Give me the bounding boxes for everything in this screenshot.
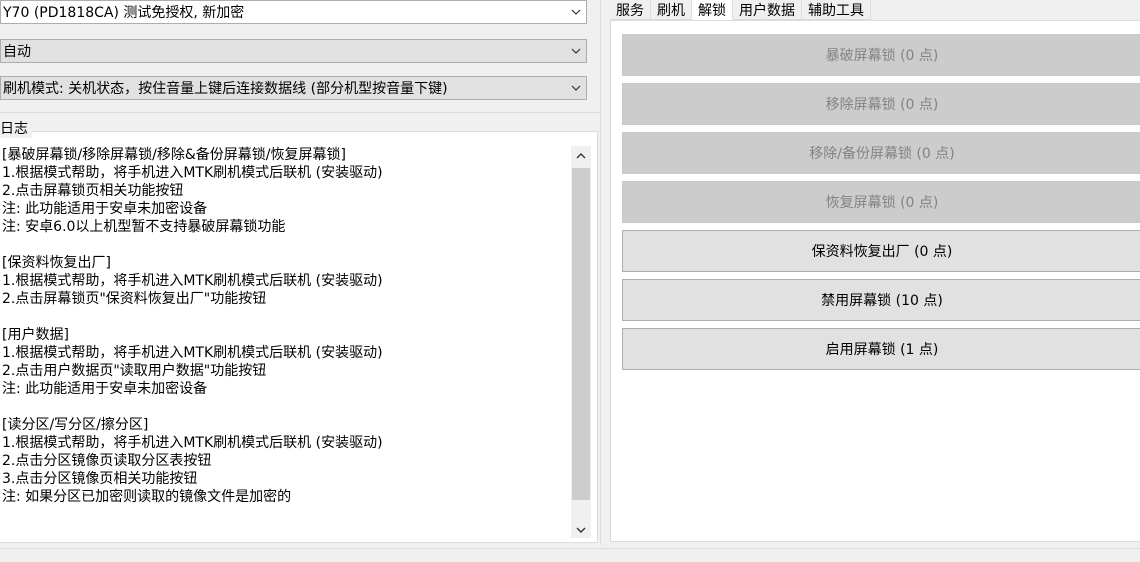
tab-service[interactable]: 服务 xyxy=(610,0,651,20)
chevron-down-icon xyxy=(566,77,586,99)
log-textarea[interactable]: [暴破屏幕锁/移除屏幕锁/移除&备份屏幕锁/恢复屏幕锁] 1.根据模式帮助，将手机… xyxy=(2,146,568,540)
scroll-up-button[interactable] xyxy=(571,146,591,164)
log-scrollbar[interactable] xyxy=(571,146,591,538)
tab-bar: 服务 刷机 解锁 用户数据 辅助工具 xyxy=(610,0,871,20)
log-line: 注: 安卓6.0以上机型暂不支持暴破屏幕锁功能 xyxy=(2,219,286,235)
log-line: 1.根据模式帮助，将手机进入MTK刷机模式后联机 (安装驱动) xyxy=(2,165,383,181)
log-line: 2.点击屏幕锁页相关功能按钮 xyxy=(2,183,184,199)
chevron-down-icon xyxy=(566,40,586,62)
mode-select-value: 自动 xyxy=(3,44,31,60)
tab-tools[interactable]: 辅助工具 xyxy=(802,0,871,20)
log-line: 1.根据模式帮助，将手机进入MTK刷机模式后联机 (安装驱动) xyxy=(2,273,383,289)
chevron-down-icon xyxy=(566,1,586,23)
log-line: [读分区/写分区/擦分区] xyxy=(2,417,149,433)
right-pane: 服务 刷机 解锁 用户数据 辅助工具 暴破屏幕锁 (0 点) 移除屏幕锁 (0 点) 移除/… xyxy=(610,0,1140,545)
log-line: 2.点击分区镜像页读取分区表按钮 xyxy=(2,453,212,469)
remove-lock-button[interactable]: 移除屏幕锁 (0 点) xyxy=(622,83,1140,125)
tab-flash[interactable]: 刷机 xyxy=(651,0,692,20)
mode-select[interactable]: 自动 xyxy=(0,39,587,63)
section-divider xyxy=(0,112,600,113)
log-line: [暴破屏幕锁/移除屏幕锁/移除&备份屏幕锁/恢复屏幕锁] xyxy=(2,147,346,163)
log-line: [保资料恢复出厂] xyxy=(2,255,111,271)
log-line: 注: 此功能适用于安卓未加密设备 xyxy=(2,201,208,217)
log-line: 1.根据模式帮助，将手机进入MTK刷机模式后联机 (安装驱动) xyxy=(2,435,383,451)
factory-reset-keep-data-button[interactable]: 保资料恢复出厂 (0 点) xyxy=(622,230,1140,272)
device-select[interactable]: Y70 (PD1818CA) 测试免授权, 新加密 xyxy=(0,0,587,24)
brute-force-lock-button[interactable]: 暴破屏幕锁 (0 点) xyxy=(622,34,1140,76)
log-line: 3.点击分区镜像页相关功能按钮 xyxy=(2,471,198,487)
log-line: 2.点击用户数据页"读取用户数据"功能按钮 xyxy=(2,363,267,379)
log-label: 日志 xyxy=(0,120,32,138)
left-pane: Y70 (PD1818CA) 测试免授权, 新加密 自动 刷机模式: 关机状态，… xyxy=(0,0,601,545)
log-line: 1.根据模式帮助，将手机进入MTK刷机模式后联机 (安装驱动) xyxy=(2,345,383,361)
device-select-value: Y70 (PD1818CA) 测试免授权, 新加密 xyxy=(3,5,245,21)
flash-mode-select-value: 刷机模式: 关机状态，按住音量上键后连接数据线 (部分机型按音量下键) xyxy=(3,81,448,97)
tab-unlock[interactable]: 解锁 xyxy=(692,0,733,20)
flash-mode-select[interactable]: 刷机模式: 关机状态，按住音量上键后连接数据线 (部分机型按音量下键) xyxy=(0,76,587,100)
unlock-tab-panel: 暴破屏幕锁 (0 点) 移除屏幕锁 (0 点) 移除/备份屏幕锁 (0 点) 恢复屏幕… xyxy=(610,20,1140,542)
tab-user-data[interactable]: 用户数据 xyxy=(733,0,802,20)
enable-lock-button[interactable]: 启用屏幕锁 (1 点) xyxy=(622,328,1140,370)
log-line: 注: 如果分区已加密则读取的镜像文件是加密的 xyxy=(2,489,292,505)
log-line: [用户数据] xyxy=(2,327,69,343)
disable-lock-button[interactable]: 禁用屏幕锁 (10 点) xyxy=(622,279,1140,321)
log-line: 注: 此功能适用于安卓未加密设备 xyxy=(2,381,208,397)
chevron-up-icon xyxy=(576,147,586,163)
chevron-down-icon xyxy=(576,521,586,537)
remove-backup-lock-button[interactable]: 移除/备份屏幕锁 (0 点) xyxy=(622,132,1140,174)
status-bar xyxy=(0,548,1140,562)
scroll-thumb[interactable] xyxy=(572,168,590,500)
scroll-down-button[interactable] xyxy=(571,520,591,538)
log-line: 2.点击屏幕锁页"保资料恢复出厂"功能按钮 xyxy=(2,291,267,307)
restore-lock-button[interactable]: 恢复屏幕锁 (0 点) xyxy=(622,181,1140,223)
